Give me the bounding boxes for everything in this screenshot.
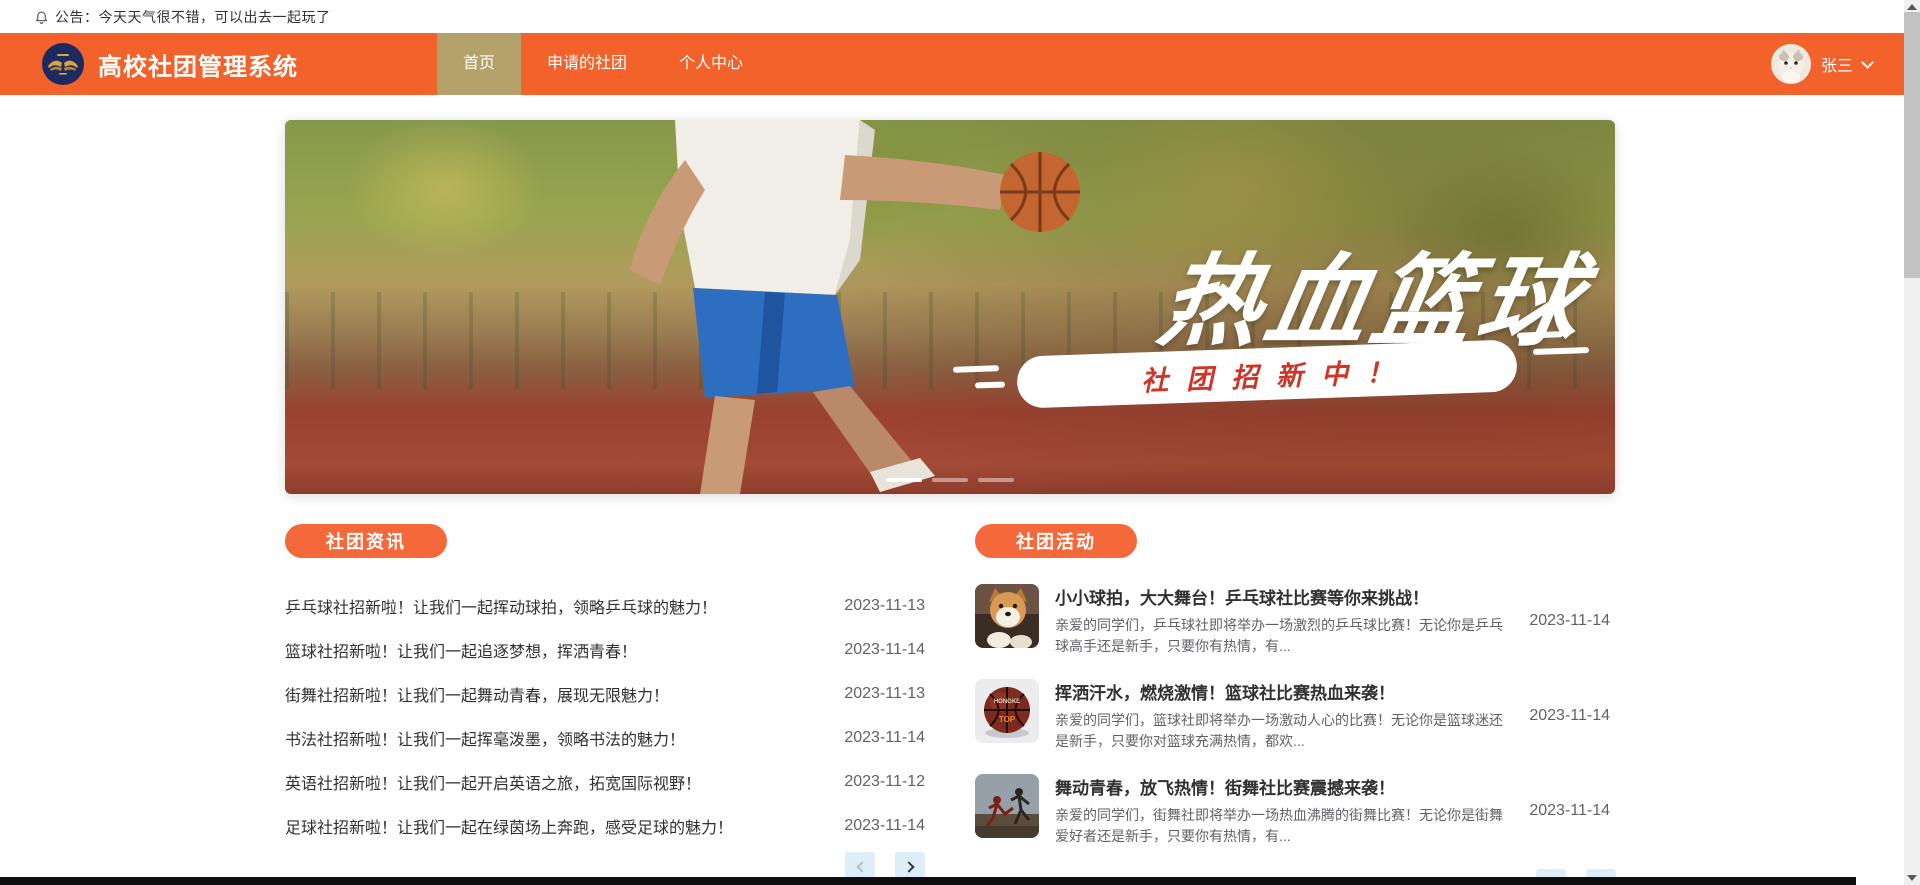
user-menu[interactable]: 张三 bbox=[1770, 33, 1874, 95]
chevron-left-icon bbox=[855, 861, 868, 873]
carousel-indicator-1[interactable] bbox=[886, 478, 922, 482]
news-row[interactable]: 英语社招新啦！让我们一起开启英语之旅，拓宽国际视野！ 2023-11-12 bbox=[285, 760, 925, 804]
carousel-indicator-2[interactable] bbox=[932, 478, 968, 482]
announcement-bar: 公告：今天天气很不错，可以出去一起玩了 bbox=[0, 0, 1920, 33]
activity-title[interactable]: 小小球拍，大大舞台！乒乓球社比赛等你来挑战！ bbox=[1055, 584, 1507, 609]
news-row[interactable]: 足球社招新啦！让我们一起在绿茵场上奔跑，感受足球的魅力！ 2023-11-14 bbox=[285, 804, 925, 848]
nav-item-home[interactable]: 首页 bbox=[437, 33, 522, 95]
club-activities-section: 社团活动 小小球拍，大大舞台！乒乓球社比赛等你来挑战！ 亲爱的同学们，乒乓球社即… bbox=[975, 524, 1616, 885]
activities-badge: 社团活动 bbox=[975, 524, 1137, 558]
content-area: 社团资讯 乒乓球社招新啦！让我们一起挥动球拍，领略乒乓球的魅力！ 2023-11… bbox=[285, 524, 1616, 885]
avatar[interactable] bbox=[1770, 44, 1811, 84]
activity-desc: 亲爱的同学们，篮球社即将举办一场激动人心的比赛！无论你是篮球迷还是新手，只要你对… bbox=[1055, 712, 1503, 749]
user-name[interactable]: 张三 bbox=[1821, 52, 1853, 76]
nav-item-applied-clubs[interactable]: 申请的社团 bbox=[521, 33, 653, 95]
activity-card-body: 舞动青春，放飞热情！街舞社比赛震撼来袭！ 亲爱的同学们，街舞社即将举办一场热血沸… bbox=[1055, 774, 1507, 847]
news-row[interactable]: 篮球社招新啦！让我们一起追逐梦想，挥洒青春！ 2023-11-14 bbox=[285, 628, 925, 672]
banner-ribbon-text: 社团招新中！ bbox=[1140, 356, 1412, 396]
news-title[interactable]: 篮球社招新啦！让我们一起追逐梦想，挥洒青春！ bbox=[285, 638, 637, 662]
scrollbar-up-arrow-icon[interactable] bbox=[1907, 4, 1917, 10]
activity-desc: 亲爱的同学们，乒乓球社即将举办一场激烈的乒乓球比赛！无论你是乒乓球高手还是新手，… bbox=[1055, 617, 1503, 654]
news-date: 2023-11-13 bbox=[844, 685, 925, 702]
club-news-section: 社团资讯 乒乓球社招新啦！让我们一起挥动球拍，领略乒乓球的魅力！ 2023-11… bbox=[285, 524, 925, 885]
brand: 高校社团管理系统 bbox=[42, 43, 298, 85]
carousel-indicators bbox=[285, 478, 1615, 482]
news-title[interactable]: 乒乓球社招新啦！让我们一起挥动球拍，领略乒乓球的魅力！ bbox=[285, 594, 717, 618]
activity-card[interactable]: HONGKE TOP 挥洒汗水，燃烧激情！篮球社比赛热血来袭！ 亲爱的同学们，篮… bbox=[975, 679, 1616, 752]
bottom-edge-strip bbox=[0, 877, 1856, 885]
scrollbar-down-arrow-icon[interactable] bbox=[1907, 875, 1917, 881]
news-row[interactable]: 街舞社招新啦！让我们一起舞动青春，展现无限魅力！ 2023-11-13 bbox=[285, 672, 925, 716]
activity-card[interactable]: 小小球拍，大大舞台！乒乓球社比赛等你来挑战！ 亲爱的同学们，乒乓球社即将举办一场… bbox=[975, 584, 1616, 657]
activity-card[interactable]: 舞动青春，放飞热情！街舞社比赛震撼来袭！ 亲爱的同学们，街舞社即将举办一场热血沸… bbox=[975, 774, 1616, 847]
basketball-top-text: TOP bbox=[999, 715, 1016, 724]
activity-card-body: 小小球拍，大大舞台！乒乓球社比赛等你来挑战！ 亲爱的同学们，乒乓球社即将举办一场… bbox=[1055, 584, 1507, 657]
carousel-indicator-3[interactable] bbox=[978, 478, 1014, 482]
news-date: 2023-11-14 bbox=[844, 729, 925, 746]
main-nav: 首页 申请的社团 个人中心 bbox=[437, 33, 769, 95]
news-row[interactable]: 乒乓球社招新啦！让我们一起挥动球拍，领略乒乓球的魅力！ 2023-11-13 bbox=[285, 584, 925, 628]
news-date: 2023-11-14 bbox=[844, 817, 925, 834]
news-badge: 社团资讯 bbox=[285, 524, 447, 558]
basketball-brand-text: HONGKE bbox=[994, 699, 1020, 705]
news-title[interactable]: 足球社招新啦！让我们一起在绿茵场上奔跑，感受足球的魅力！ bbox=[285, 814, 733, 838]
speed-line bbox=[974, 381, 1006, 389]
scrollbar-thumb[interactable] bbox=[1904, 12, 1920, 278]
activity-title[interactable]: 舞动青春，放飞热情！街舞社比赛震撼来袭！ bbox=[1055, 774, 1507, 799]
news-title[interactable]: 书法社招新啦！让我们一起挥毫泼墨，领略书法的魅力！ bbox=[285, 726, 685, 750]
announcement-text: 公告：今天天气很不错，可以出去一起玩了 bbox=[55, 8, 331, 25]
activity-title[interactable]: 挥洒汗水，燃烧激情！篮球社比赛热血来袭！ bbox=[1055, 679, 1507, 704]
news-row[interactable]: 书法社招新啦！让我们一起挥毫泼墨，领略书法的魅力！ 2023-11-14 bbox=[285, 716, 925, 760]
activity-date: 2023-11-14 bbox=[1529, 706, 1610, 724]
nav-item-personal-center[interactable]: 个人中心 bbox=[653, 33, 769, 95]
hero-carousel-slide: 热血篮球 社团招新中！ bbox=[285, 120, 1615, 494]
street-dance-photo bbox=[975, 774, 1039, 838]
news-date: 2023-11-14 bbox=[844, 641, 925, 658]
news-date: 2023-11-13 bbox=[844, 597, 925, 614]
chevron-right-icon bbox=[902, 861, 915, 873]
basketball-photo: HONGKE TOP bbox=[975, 679, 1039, 743]
vertical-scrollbar[interactable] bbox=[1904, 0, 1920, 885]
app-title: 高校社团管理系统 bbox=[98, 53, 298, 81]
activity-date: 2023-11-14 bbox=[1529, 611, 1610, 629]
shiba-dog-photo bbox=[975, 584, 1039, 648]
news-title[interactable]: 英语社招新啦！让我们一起开启英语之旅，拓宽国际视野！ bbox=[285, 770, 701, 794]
activity-card-body: 挥洒汗水，燃烧激情！篮球社比赛热血来袭！ 亲爱的同学们，篮球社即将举办一场激动人… bbox=[1055, 679, 1507, 752]
news-date: 2023-11-12 bbox=[844, 773, 925, 790]
logo-icon bbox=[42, 43, 84, 85]
chevron-down-icon[interactable] bbox=[1861, 55, 1874, 69]
bell-icon bbox=[34, 9, 49, 24]
page: 公告：今天天气很不错，可以出去一起玩了 高校社团管理系统 首页 申请的社团 个人… bbox=[0, 0, 1920, 885]
activity-desc: 亲爱的同学们，街舞社即将举办一场热血沸腾的街舞比赛！无论你是街舞爱好者还是新手，… bbox=[1055, 807, 1503, 844]
speed-line bbox=[1532, 347, 1590, 355]
app-header: 高校社团管理系统 首页 申请的社团 个人中心 张三 bbox=[0, 33, 1920, 95]
activity-date: 2023-11-14 bbox=[1529, 801, 1610, 819]
news-title[interactable]: 街舞社招新啦！让我们一起舞动青春，展现无限魅力！ bbox=[285, 682, 669, 706]
basketball-player-graphic bbox=[630, 120, 1080, 494]
